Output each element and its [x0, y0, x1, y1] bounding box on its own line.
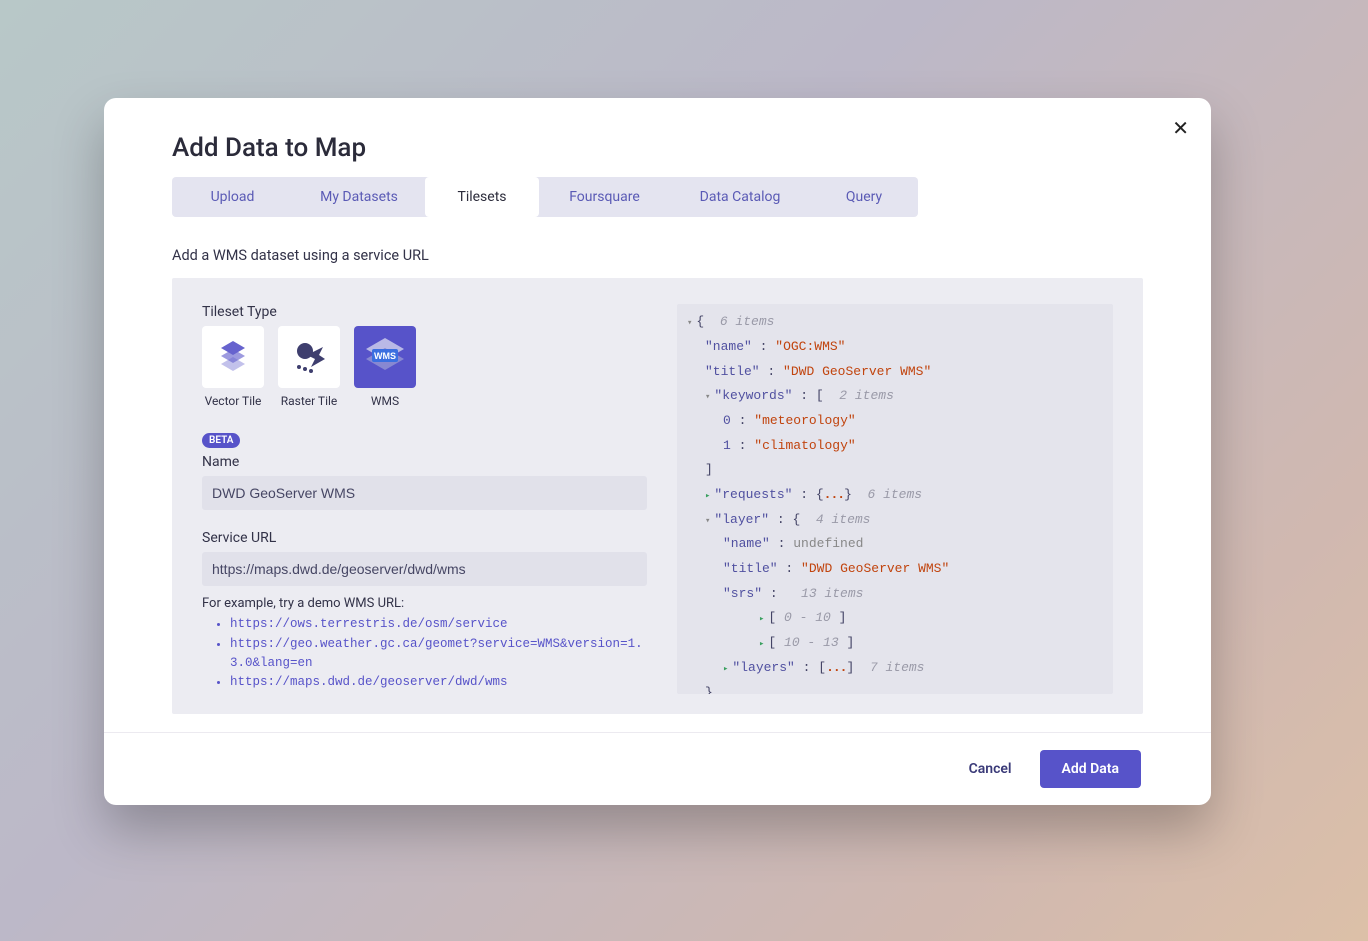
collapse-toggle-icon[interactable] — [723, 660, 732, 675]
tileset-type-label: Tileset Type — [202, 304, 647, 320]
tileset-vector[interactable]: Vector Tile — [202, 326, 264, 408]
hint-text: For example, try a demo WMS URL: — [202, 596, 647, 611]
hint-url-2[interactable]: https://geo.weather.gc.ca/geomet?service… — [230, 635, 647, 674]
hint-url-1[interactable]: https://ows.terrestris.de/osm/service — [230, 615, 647, 634]
collapse-toggle-icon[interactable] — [705, 487, 714, 502]
tab-tilesets[interactable]: Tilesets — [425, 177, 539, 217]
json-preview[interactable]: { 6 items "name" : "OGC:WMS" "title" : "… — [677, 304, 1113, 694]
tileset-raster-label: Raster Tile — [278, 394, 340, 408]
tab-foursquare[interactable]: Foursquare — [539, 177, 670, 217]
expand-toggle-icon[interactable] — [705, 388, 714, 403]
service-url-input[interactable] — [202, 552, 647, 586]
name-input[interactable] — [202, 476, 647, 510]
name-label: Name — [202, 454, 647, 470]
tileset-wms-label: WMS — [354, 394, 416, 408]
close-icon[interactable]: ✕ — [1172, 118, 1189, 138]
tab-data-catalog[interactable]: Data Catalog — [670, 177, 810, 217]
service-url-label: Service URL — [202, 530, 647, 546]
collapse-toggle-icon[interactable] — [759, 610, 768, 625]
tab-my-datasets[interactable]: My Datasets — [293, 177, 425, 217]
cancel-button[interactable]: Cancel — [969, 750, 1012, 788]
add-data-button[interactable]: Add Data — [1040, 750, 1141, 788]
raster-tile-icon — [278, 326, 340, 388]
content-panel: Tileset Type Vector Tile — [172, 278, 1143, 714]
svg-text:WMS: WMS — [374, 351, 396, 361]
hint-url-3[interactable]: https://maps.dwd.de/geoserver/dwd/wms — [230, 673, 647, 692]
modal-title: Add Data to Map — [104, 98, 1211, 177]
tileset-vector-label: Vector Tile — [202, 394, 264, 408]
expand-toggle-icon[interactable] — [687, 314, 696, 329]
beta-badge: BETA — [202, 433, 240, 448]
tab-bar: Upload My Datasets Tilesets Foursquare D… — [172, 177, 918, 217]
tab-query[interactable]: Query — [810, 177, 918, 217]
vector-tile-icon — [202, 326, 264, 388]
hint-list: https://ows.terrestris.de/osm/service ht… — [202, 615, 647, 693]
add-data-modal: ✕ Add Data to Map Upload My Datasets Til… — [104, 98, 1211, 805]
footer: Cancel Add Data — [104, 732, 1211, 805]
collapse-toggle-icon[interactable] — [759, 635, 768, 650]
tab-upload[interactable]: Upload — [172, 177, 293, 217]
expand-toggle-icon[interactable] — [705, 512, 714, 527]
wms-icon: WMS — [354, 326, 416, 388]
tileset-wms[interactable]: WMS WMS — [354, 326, 416, 408]
tileset-raster[interactable]: Raster Tile — [278, 326, 340, 408]
subtitle: Add a WMS dataset using a service URL — [104, 217, 1211, 278]
left-pane: Tileset Type Vector Tile — [202, 304, 647, 694]
